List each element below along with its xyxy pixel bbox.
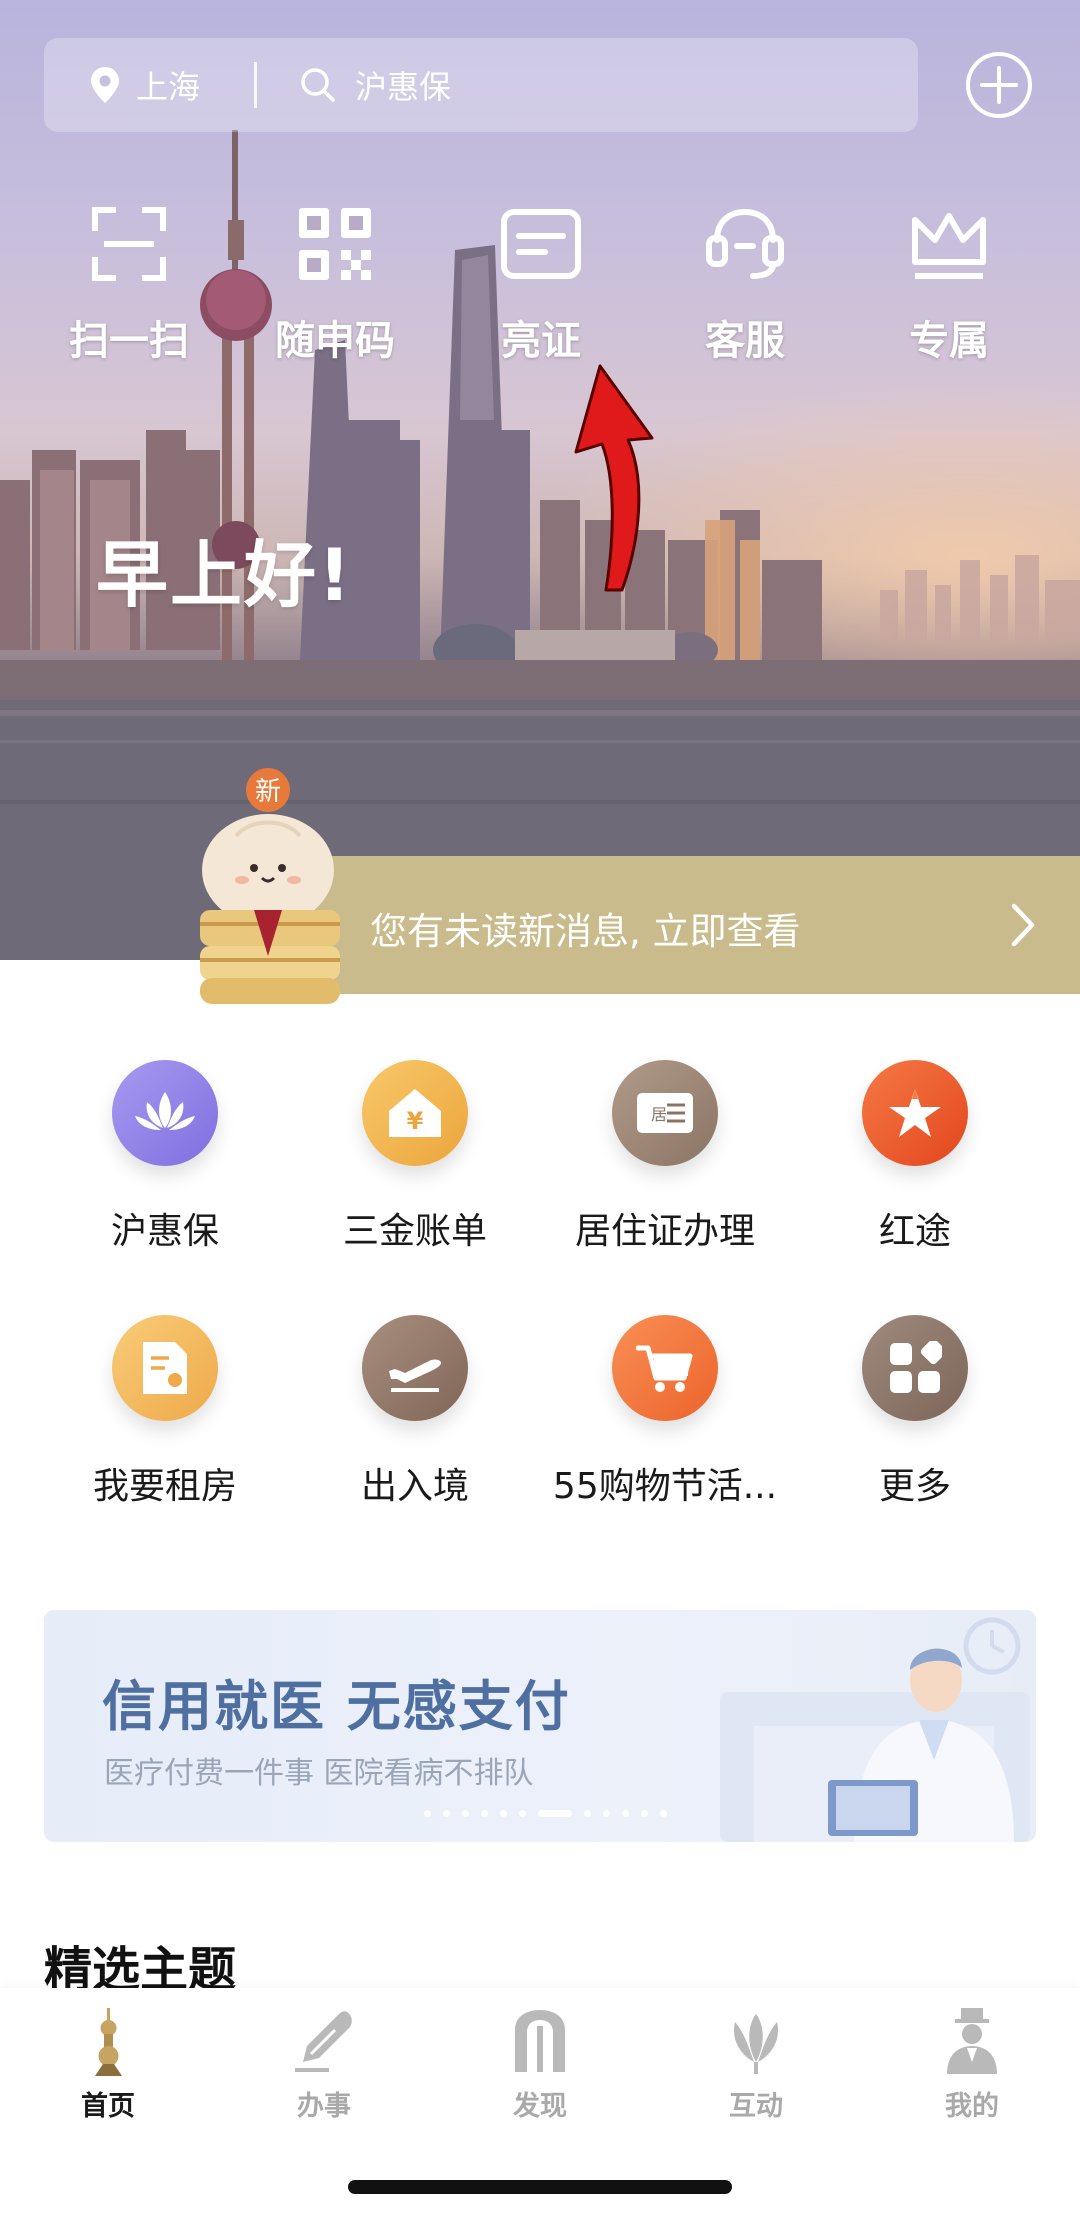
home-indicator[interactable] [348, 2180, 732, 2194]
svg-text:¥: ¥ [407, 1107, 424, 1135]
carousel-dot[interactable] [584, 1810, 591, 1817]
city-skyline-image [0, 130, 1080, 960]
carousel-dot[interactable] [519, 1810, 526, 1817]
qr-code-icon [299, 208, 371, 280]
tab-home[interactable]: 首页 [0, 2006, 216, 2123]
search-icon [301, 68, 335, 102]
doctor-illustration [720, 1617, 1030, 1842]
quick-action-label: 亮证 [501, 318, 581, 364]
airplane-icon [362, 1315, 468, 1421]
tab-label: 我的 [945, 2091, 999, 2122]
hero-banner: 上海 沪惠保 扫一扫 随申码 亮证 客服 专属 早上好! [0, 0, 1080, 960]
id-card-icon [501, 209, 581, 279]
carousel-dot[interactable] [462, 1810, 469, 1817]
mascot-bun-icon: 新 [200, 768, 340, 1004]
arch-icon [515, 2010, 565, 2072]
banner-subtitle: 医疗付费一件事 医院看病不排队 [104, 1756, 534, 1791]
new-badge-text: 新 [255, 777, 281, 807]
service-exit-entry[interactable]: 出入境 [290, 1315, 540, 1509]
carousel-dot[interactable] [443, 1810, 450, 1817]
service-shopping-festival[interactable]: 55购物节活... [540, 1315, 790, 1509]
person-icon [947, 2008, 997, 2074]
mascot-bun[interactable]: 新 [196, 760, 346, 1010]
service-label: 三金账单 [342, 1211, 487, 1252]
home-tower-icon [95, 2008, 122, 2076]
add-button[interactable] [964, 50, 1034, 120]
quick-action-qr-code[interactable]: 随申码 [245, 200, 425, 380]
carousel-dot-active[interactable] [538, 1810, 572, 1817]
carousel-dot[interactable] [660, 1810, 667, 1817]
greeting-text: 早上好! [96, 533, 353, 617]
banner-title: 信用就医 无感支付 [102, 1675, 571, 1738]
tab-services[interactable]: 办事 [216, 2006, 432, 2123]
promo-banner[interactable]: 信用就医 无感支付 医疗付费一件事 医院看病不排队 [44, 1610, 1036, 1842]
quick-action-exclusive[interactable]: 专属 [859, 200, 1039, 380]
pen-icon [295, 2011, 352, 2072]
service-label: 更多 [878, 1466, 951, 1507]
red-arrow-annotation [574, 364, 654, 592]
svg-text:居: 居 [651, 1105, 667, 1124]
quick-actions: 扫一扫 随申码 亮证 客服 专属 [0, 200, 1080, 380]
headset-icon [706, 208, 784, 279]
location-label: 上海 [136, 68, 201, 106]
crown-icon [912, 213, 986, 279]
rent-document-icon [112, 1315, 218, 1421]
quick-action-service[interactable]: 客服 [655, 200, 835, 380]
unread-message-text: 您有未读新消息, 立即查看 [370, 910, 801, 953]
tab-label: 发现 [513, 2091, 567, 2122]
service-more[interactable]: 更多 [790, 1315, 1040, 1509]
location-selector[interactable]: 上海 [44, 38, 254, 132]
quick-action-id-card[interactable]: 亮证 [451, 200, 631, 380]
search-input[interactable]: 沪惠保 [257, 62, 451, 108]
carousel-dot[interactable] [603, 1810, 610, 1817]
more-grid-icon [862, 1315, 968, 1421]
quick-action-label: 专属 [909, 318, 989, 364]
yuan-house-icon: ¥ [362, 1060, 468, 1166]
quick-action-label: 客服 [705, 318, 785, 364]
location-pin-icon [91, 67, 119, 103]
carousel-dot[interactable] [500, 1810, 507, 1817]
quick-action-scan[interactable]: 扫一扫 [39, 200, 219, 380]
quick-action-label: 扫一扫 [69, 318, 189, 364]
service-hu-hui-bao[interactable]: 沪惠保 [40, 1060, 290, 1254]
tab-profile[interactable]: 我的 [864, 2006, 1080, 2123]
service-label: 我要租房 [92, 1466, 237, 1507]
lotus-icon [112, 1060, 218, 1166]
carousel-dots [424, 1810, 667, 1817]
residence-card-icon: 居 [612, 1060, 718, 1166]
service-residence-permit[interactable]: 居 居住证办理 [540, 1060, 790, 1254]
service-hong-tu[interactable]: 红途 [790, 1060, 1040, 1254]
chevron-right-icon [1011, 903, 1035, 947]
service-rent-house[interactable]: 我要租房 [40, 1315, 290, 1509]
tab-discover[interactable]: 发现 [432, 2006, 648, 2123]
tab-label: 首页 [81, 2091, 135, 2122]
service-label: 红途 [878, 1211, 951, 1252]
magnolia-icon [733, 2014, 779, 2074]
service-label: 居住证办理 [574, 1211, 755, 1252]
carousel-dot[interactable] [622, 1810, 629, 1817]
carousel-dot[interactable] [424, 1810, 431, 1817]
service-label: 沪惠保 [110, 1211, 219, 1252]
tab-interact[interactable]: 互动 [648, 2006, 864, 2123]
search-bar[interactable]: 上海 沪惠保 [44, 38, 918, 132]
tab-label: 办事 [297, 2091, 351, 2122]
scan-icon [92, 207, 166, 281]
service-three-funds-bill[interactable]: ¥ 三金账单 [290, 1060, 540, 1254]
shopping-cart-icon [612, 1315, 718, 1421]
star-flag-icon [862, 1060, 968, 1166]
service-label: 55购物节活... [552, 1466, 778, 1507]
unread-message-bar[interactable]: 您有未读新消息, 立即查看 [250, 856, 1080, 994]
tab-label: 互动 [729, 2091, 783, 2122]
quick-action-label: 随申码 [275, 318, 395, 364]
search-placeholder: 沪惠保 [355, 68, 452, 106]
service-label: 出入境 [360, 1466, 469, 1507]
carousel-dot[interactable] [641, 1810, 648, 1817]
carousel-dot[interactable] [481, 1810, 488, 1817]
